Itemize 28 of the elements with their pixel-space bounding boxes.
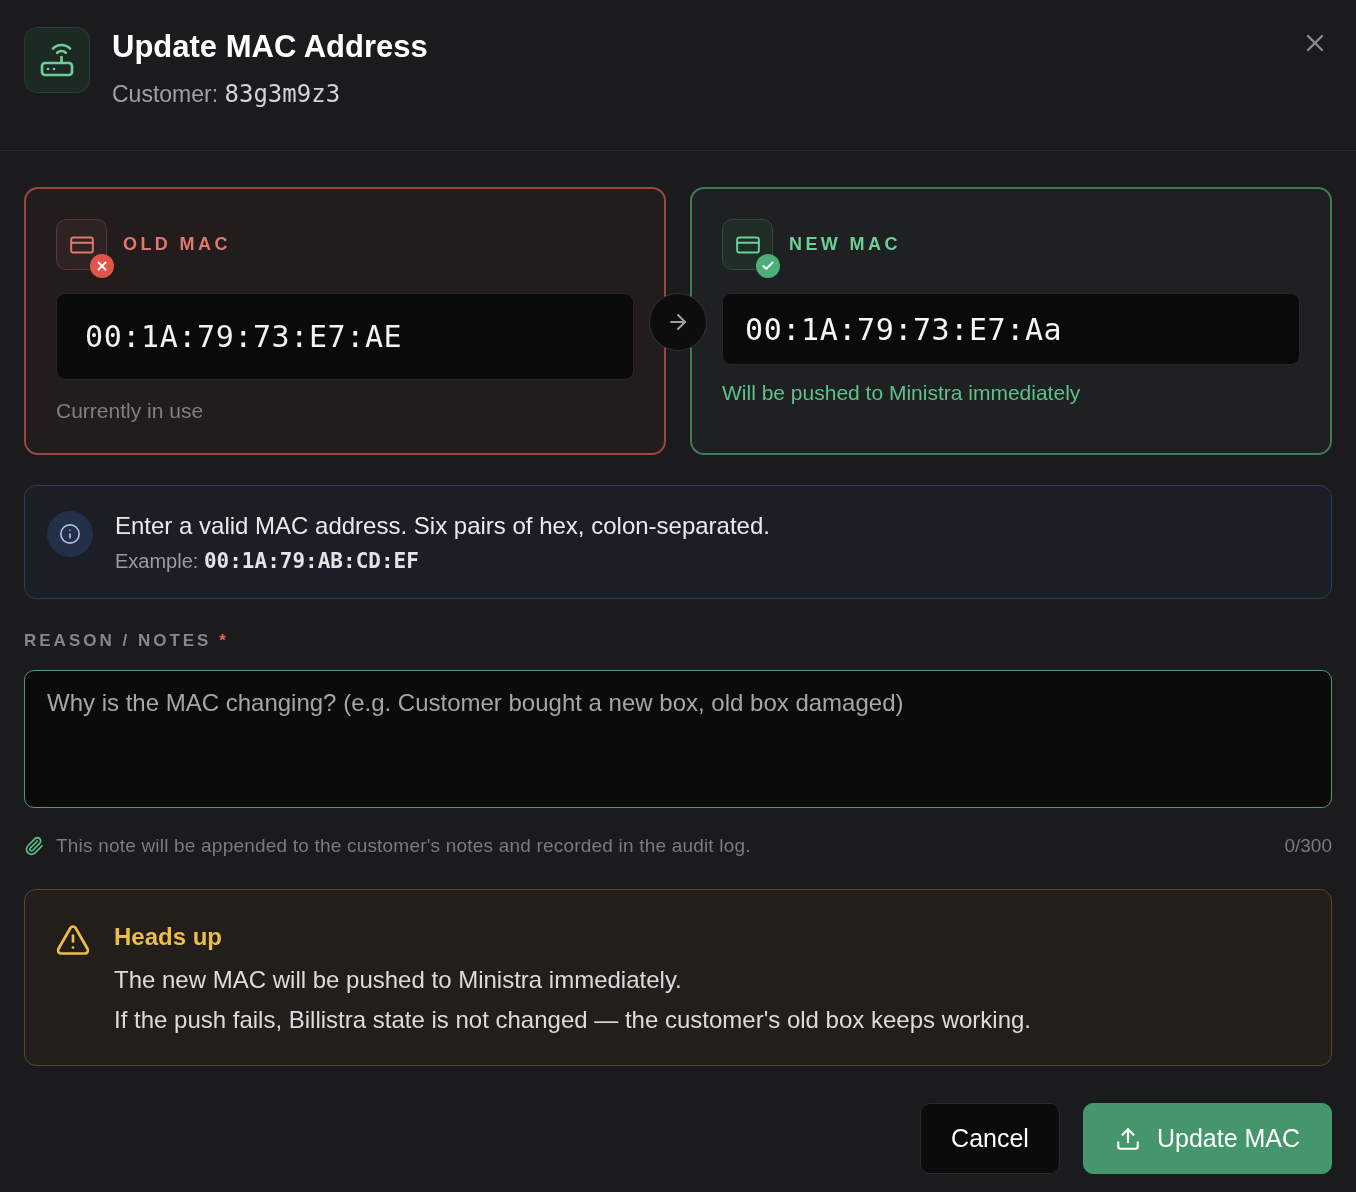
update-button[interactable]: Update MAC [1083, 1103, 1332, 1174]
dialog-title: Update MAC Address [112, 28, 428, 66]
paperclip-icon [24, 836, 44, 856]
reason-label: REASON / NOTES * [24, 631, 230, 651]
customer-subtitle: Customer: 83g3m9z3 [112, 79, 342, 109]
info-icon [47, 511, 93, 557]
card-label: NEW MAC [789, 234, 901, 255]
warning-text: The new MAC will be pushed to Ministra immediately. [114, 965, 683, 995]
warning-title: Heads up [114, 922, 224, 952]
warning-icon [55, 922, 91, 958]
mac-input[interactable]: 00:1A:79:73:E7:Aa [722, 293, 1300, 365]
upload-icon [1114, 1125, 1141, 1152]
card-icon [722, 219, 773, 270]
hint-text: This note will be appended to the customer's notes and recorded in the audit log. [56, 834, 751, 858]
x-mark-icon [90, 254, 114, 278]
reason-field[interactable]: Why is the MAC changing? (e.g. Customer bought a new box, old box damaged) [24, 670, 1332, 808]
character-counter: 0/300 [1284, 834, 1332, 858]
warning-text: If the push fails, Billistra state is not changed — the customer's old box keeps working. [114, 1005, 1032, 1035]
check-icon [756, 254, 780, 278]
card-label: OLD MAC [123, 234, 231, 255]
cancel-button[interactable]: Cancel [920, 1103, 1060, 1174]
card-note: Will be pushed to Ministra immediately [722, 381, 1082, 405]
info-example: Example: 00:1A:79:AB:CD:EF [115, 548, 420, 574]
mac-address-display: 00:1A:79:73:E7:AE [56, 293, 634, 380]
card-note: Currently in use [56, 399, 205, 423]
info-message: Enter a valid MAC address. Six pairs of hex, colon-separated. [115, 511, 770, 541]
router-icon [24, 27, 90, 93]
card-icon [56, 219, 107, 270]
